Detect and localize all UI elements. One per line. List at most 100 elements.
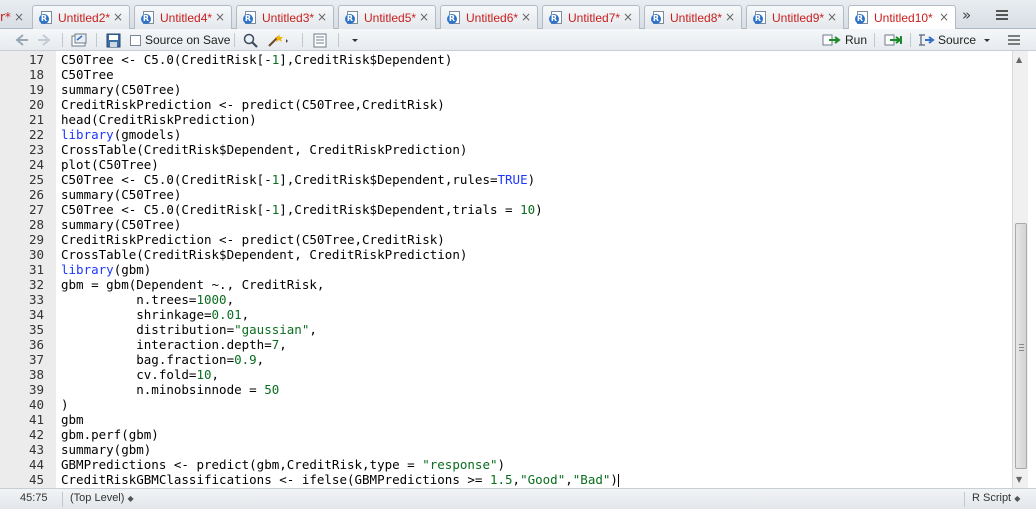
code-line[interactable]: 41 gbm [0, 412, 1012, 427]
close-icon[interactable]: × [939, 10, 949, 24]
line-code[interactable]: plot(C50Tree) [61, 157, 159, 172]
line-code[interactable]: bag.fraction=0.9, [61, 352, 264, 367]
code-line[interactable]: 20 CreditRiskPrediction <- predict(C50Tre… [0, 97, 1012, 112]
close-icon[interactable]: × [827, 10, 837, 24]
source-on-save-checkbox[interactable] [130, 34, 141, 46]
forward-icon[interactable] [36, 32, 52, 48]
line-code[interactable]: library(gmodels) [61, 127, 181, 142]
line-code[interactable]: C50Tree <- C5.0(CreditRisk[-1],CreditRis… [61, 172, 535, 187]
code-line[interactable]: 37 bag.fraction=0.9, [0, 352, 1012, 367]
tab-untitled2[interactable]: R Untitled2* × [32, 5, 130, 29]
line-code[interactable]: CreditRiskPrediction <- predict(C50Tree,… [61, 97, 445, 112]
compile-report-icon[interactable] [312, 32, 328, 48]
close-icon[interactable]: × [521, 10, 531, 24]
code-line[interactable]: 17 C50Tree <- C5.0(CreditRisk[-1],CreditR… [0, 52, 1012, 67]
source-button[interactable]: Source [917, 32, 976, 48]
close-icon[interactable]: × [215, 10, 225, 24]
tab-untitled4[interactable]: R Untitled4* × [134, 5, 232, 29]
code-line[interactable]: 40) [0, 397, 1012, 412]
code-line[interactable]: 28 summary(C50Tree) [0, 217, 1012, 232]
line-code[interactable]: summary(gbm) [61, 442, 151, 457]
line-code[interactable]: interaction.depth=7, [61, 337, 287, 352]
scope-selector[interactable]: (Top Level) ◆ [70, 492, 134, 504]
scrollbar-thumb[interactable] [1015, 223, 1027, 469]
code-line[interactable]: 24 plot(C50Tree) [0, 157, 1012, 172]
line-code[interactable]: CreditRiskPrediction <- predict(C50Tree,… [61, 232, 445, 247]
show-in-window-icon[interactable] [70, 32, 88, 48]
search-icon[interactable] [243, 32, 259, 48]
code-line[interactable]: 42 gbm.perf(gbm) [0, 427, 1012, 442]
tab-untitled8[interactable]: R Untitled8* × [644, 5, 742, 29]
code-editor[interactable]: 17 C50Tree <- C5.0(CreditRisk[-1],CreditR… [0, 51, 1036, 488]
line-code[interactable]: cv.fold=10, [61, 367, 219, 382]
code-line[interactable]: 33 n.trees=1000, [0, 292, 1012, 307]
close-icon[interactable]: × [317, 10, 327, 24]
scroll-up-icon[interactable]: ▲ [1016, 55, 1022, 64]
code-line[interactable]: 31 library(gbm) [0, 262, 1012, 277]
line-code[interactable]: CrossTable(CreditRisk$Dependent, CreditR… [61, 247, 467, 262]
file-type-selector[interactable]: R Script ◆ [972, 492, 1020, 504]
vertical-scrollbar[interactable]: ▲ ▼ [1012, 51, 1028, 488]
tab-untitled6[interactable]: R Untitled6* × [440, 5, 538, 29]
save-icon[interactable] [106, 32, 121, 48]
code-line[interactable]: 38 cv.fold=10, [0, 367, 1012, 382]
line-code[interactable]: gbm [61, 412, 84, 427]
tab-untitled10[interactable]: R Untitled10* × [848, 5, 956, 30]
code-line[interactable]: 26 summary(C50Tree) [0, 187, 1012, 202]
code-line[interactable]: 32 gbm = gbm(Dependent ~., CreditRisk, [0, 277, 1012, 292]
tab-untitled9[interactable]: R Untitled9* × [746, 5, 844, 29]
doc-outline-icon[interactable] [1006, 32, 1022, 48]
code-line[interactable]: 22 library(gmodels) [0, 127, 1012, 142]
back-icon[interactable] [14, 32, 30, 48]
line-code[interactable]: head(CreditRiskPrediction) [61, 112, 257, 127]
code-line[interactable]: 25 C50Tree <- C5.0(CreditRisk[-1],CreditR… [0, 172, 1012, 187]
code-line[interactable]: 21 head(CreditRiskPrediction) [0, 112, 1012, 127]
code-line[interactable]: 45 CreditRiskGBMClassifications <- ifelse… [0, 472, 1012, 487]
line-code[interactable]: summary(C50Tree) [61, 82, 181, 97]
code-line[interactable]: 39 n.minobsinnode = 50 [0, 382, 1012, 397]
source-dropdown-icon[interactable] [982, 32, 992, 48]
close-icon[interactable]: × [113, 10, 123, 24]
line-code[interactable]: C50Tree <- C5.0(CreditRisk[-1],CreditRis… [61, 202, 543, 217]
tab-untitled7[interactable]: R Untitled7* × [542, 5, 640, 29]
close-icon[interactable]: × [623, 10, 633, 24]
code-line[interactable]: 29 CreditRiskPrediction <- predict(C50Tre… [0, 232, 1012, 247]
line-code[interactable]: C50Tree [61, 67, 114, 82]
rerun-button[interactable] [884, 32, 906, 48]
line-code[interactable]: summary(C50Tree) [61, 217, 181, 232]
tab-menu-icon[interactable] [992, 6, 1012, 24]
tab-untitled3[interactable]: R Untitled3* × [236, 5, 334, 29]
line-code[interactable]: gbm.perf(gbm) [61, 427, 159, 442]
run-button[interactable]: Run [822, 32, 867, 48]
line-code[interactable]: distribution="gaussian", [61, 322, 317, 337]
close-icon[interactable]: × [14, 10, 24, 24]
line-code[interactable]: GBMPredictions <- predict(gbm,CreditRisk… [61, 457, 505, 472]
line-code[interactable]: shrinkage=0.01, [61, 307, 249, 322]
code-line[interactable]: 30 CrossTable(CreditRisk$Dependent, Credi… [0, 247, 1012, 262]
code-line[interactable]: 23 CrossTable(CreditRisk$Dependent, Credi… [0, 142, 1012, 157]
source-on-save-toggle[interactable]: Source on Save [130, 32, 230, 48]
line-code[interactable]: n.minobsinnode = 50 [61, 382, 279, 397]
line-code[interactable]: CrossTable(CreditRisk$Dependent, CreditR… [61, 142, 467, 157]
tab-untitled5[interactable]: R Untitled5* × [338, 5, 436, 29]
code-line[interactable]: 44 GBMPredictions <- predict(gbm,CreditRi… [0, 457, 1012, 472]
line-code[interactable]: C50Tree <- C5.0(CreditRisk[-1],CreditRis… [61, 52, 452, 67]
code-tools-icon[interactable] [266, 32, 290, 48]
code-line[interactable]: 27 C50Tree <- C5.0(CreditRisk[-1],CreditR… [0, 202, 1012, 217]
line-code[interactable]: library(gbm) [61, 262, 151, 277]
line-code[interactable]: ) [61, 397, 69, 412]
chevron-down-icon[interactable] [350, 32, 360, 48]
code-line[interactable]: 35 distribution="gaussian", [0, 322, 1012, 337]
code-line[interactable]: 43 summary(gbm) [0, 442, 1012, 457]
tab-overflow-icon[interactable]: » [962, 6, 971, 24]
line-code[interactable]: gbm = gbm(Dependent ~., CreditRisk, [61, 277, 324, 292]
line-code[interactable]: n.trees=1000, [61, 292, 234, 307]
line-code[interactable]: summary(C50Tree) [61, 187, 181, 202]
code-line[interactable]: 19 summary(C50Tree) [0, 82, 1012, 97]
code-line[interactable]: 34 shrinkage=0.01, [0, 307, 1012, 322]
code-line[interactable]: 18 C50Tree [0, 67, 1012, 82]
close-icon[interactable]: × [725, 10, 735, 24]
line-code[interactable]: CreditRiskGBMClassifications <- ifelse(G… [61, 472, 619, 487]
close-icon[interactable]: × [419, 10, 429, 24]
tab-partial[interactable]: r* × [0, 5, 28, 29]
